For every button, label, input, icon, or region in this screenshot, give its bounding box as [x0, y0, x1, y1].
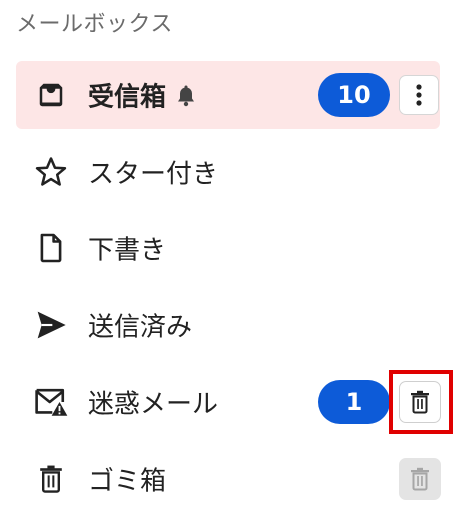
folder-drafts-label: 下書き [88, 235, 167, 266]
trash-icon [411, 467, 429, 491]
inbox-icon [34, 78, 68, 112]
spam-mail-icon [34, 385, 68, 419]
folder-sent-label: 送信済み [88, 312, 193, 343]
kebab-icon [416, 84, 422, 106]
spam-unread-badge: 1 [318, 380, 390, 424]
folder-spam[interactable]: 迷惑メール 1 [16, 368, 441, 436]
folder-sent[interactable]: 送信済み [16, 291, 440, 359]
empty-trash-button[interactable] [399, 458, 441, 500]
send-icon [34, 308, 68, 342]
highlight-frame [389, 370, 453, 434]
folder-drafts[interactable]: 下書き [16, 214, 440, 282]
mailbox-panel: メールボックス 受信箱 10 スター付き 下書き 送信済み 迷惑メール 1 ゴミ… [0, 0, 454, 524]
inbox-unread-badge: 10 [318, 73, 390, 117]
folder-inbox-label: 受信箱 [88, 77, 196, 114]
bell-icon [176, 83, 196, 113]
folder-trash[interactable]: ゴミ箱 [16, 445, 441, 513]
star-icon [34, 155, 68, 189]
draft-file-icon [34, 231, 68, 265]
trash-icon [34, 462, 68, 496]
folder-inbox[interactable]: 受信箱 10 [16, 61, 440, 129]
more-options-button[interactable] [399, 75, 439, 115]
folder-trash-label: ゴミ箱 [88, 466, 167, 497]
folder-spam-label: 迷惑メール [88, 389, 219, 420]
folder-starred[interactable]: スター付き [16, 138, 440, 206]
section-header: メールボックス [16, 12, 173, 37]
folder-starred-label: スター付き [88, 159, 219, 190]
